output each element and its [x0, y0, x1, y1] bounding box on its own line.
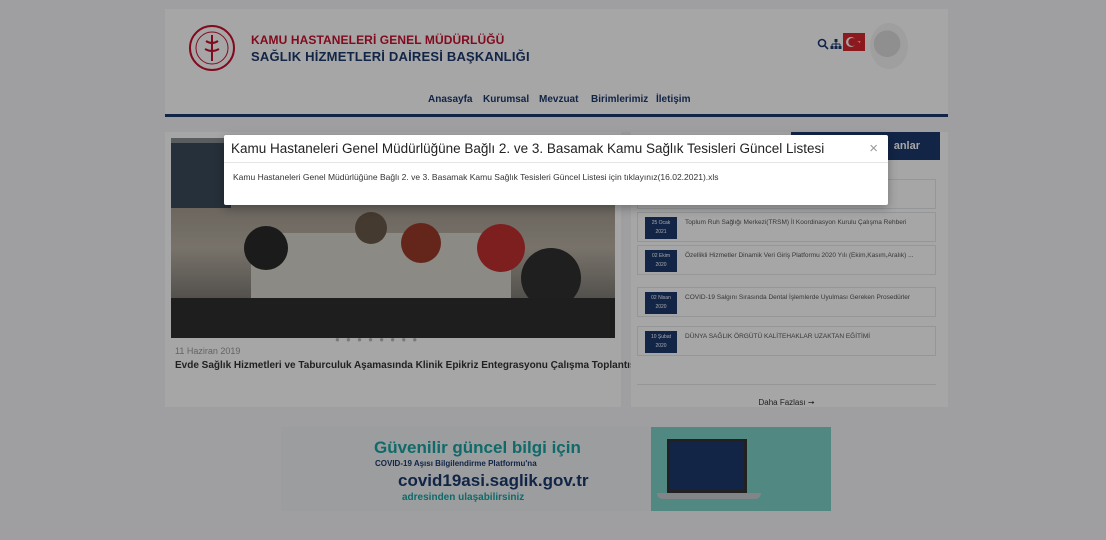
- modal-backdrop[interactable]: [0, 0, 1106, 540]
- modal-title: Kamu Hastaneleri Genel Müdürlüğüne Bağlı…: [231, 141, 825, 156]
- modal-divider: [224, 162, 888, 163]
- modal-dialog: Kamu Hastaneleri Genel Müdürlüğüne Bağlı…: [224, 135, 888, 205]
- close-icon[interactable]: ×: [869, 140, 878, 157]
- download-list-link[interactable]: Kamu Hastaneleri Genel Müdürlüğüne Bağlı…: [233, 172, 719, 182]
